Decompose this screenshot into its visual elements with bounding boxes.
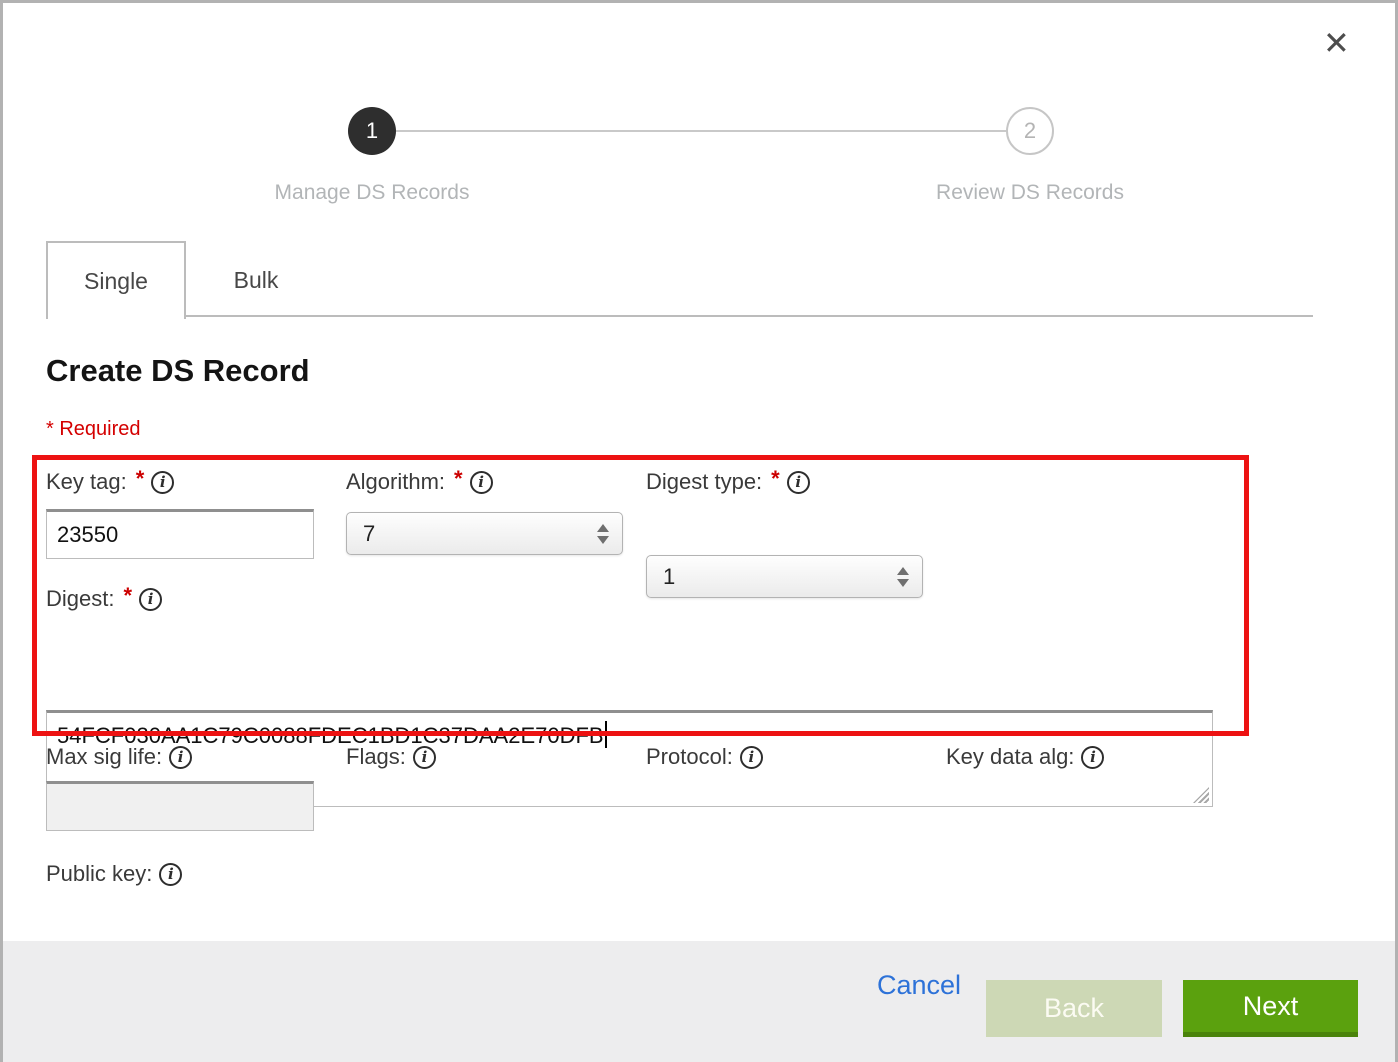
digest-type-info-icon[interactable]: i: [787, 471, 810, 494]
max-sig-life-label: Max sig life: i: [46, 744, 192, 770]
text-caret: [605, 721, 607, 748]
protocol-info-icon[interactable]: i: [740, 746, 763, 769]
select-spinner-icon: [897, 567, 909, 587]
step-2-label: Review DS Records: [870, 181, 1190, 205]
key-tag-label: Key tag: * i: [46, 469, 174, 495]
public-key-label: Public key: i: [46, 861, 182, 887]
digest-type-select-value: 1: [647, 564, 675, 590]
max-sig-life-input[interactable]: [46, 781, 314, 831]
public-key-label-text: Public key:: [46, 861, 152, 887]
algorithm-select-value: 7: [347, 521, 375, 547]
resize-handle-icon[interactable]: [1193, 787, 1209, 803]
key-data-alg-label: Key data alg: i: [946, 744, 1104, 770]
max-sig-life-label-text: Max sig life:: [46, 744, 162, 770]
tab-single[interactable]: Single: [46, 241, 186, 319]
digest-type-label-text: Digest type:: [646, 469, 762, 495]
page-title: Create DS Record: [46, 353, 310, 389]
key-tag-required-asterisk: *: [136, 466, 145, 492]
key-tag-label-text: Key tag:: [46, 469, 127, 495]
tab-single-label: Single: [84, 268, 148, 295]
back-button[interactable]: Back: [986, 980, 1162, 1037]
annotation-box: [32, 455, 1249, 736]
step-1-number: 1: [366, 118, 378, 144]
algorithm-required-asterisk: *: [454, 466, 463, 492]
required-note: * Required: [46, 418, 141, 441]
flags-label-text: Flags:: [346, 744, 406, 770]
flags-info-icon[interactable]: i: [413, 746, 436, 769]
tab-bulk-label: Bulk: [234, 267, 279, 294]
protocol-label: Protocol: i: [646, 744, 763, 770]
next-button[interactable]: Next: [1183, 980, 1358, 1037]
digest-type-select[interactable]: 1: [646, 555, 923, 598]
algorithm-label: Algorithm: * i: [346, 469, 493, 495]
flags-label: Flags: i: [346, 744, 436, 770]
tab-bulk[interactable]: Bulk: [186, 241, 326, 319]
select-spinner-icon: [597, 524, 609, 544]
digest-label-text: Digest:: [46, 586, 114, 612]
step-1-label: Manage DS Records: [212, 181, 532, 205]
algorithm-label-text: Algorithm:: [346, 469, 445, 495]
key-tag-input[interactable]: [46, 509, 314, 559]
key-data-alg-info-icon[interactable]: i: [1081, 746, 1104, 769]
create-ds-record-dialog: ✕ 1 2 Manage DS Records Review DS Record…: [0, 0, 1398, 1062]
digest-required-asterisk: *: [123, 583, 132, 609]
key-tag-info-icon[interactable]: i: [151, 471, 174, 494]
digest-label: Digest: * i: [46, 586, 162, 612]
step-1-circle: 1: [348, 107, 396, 155]
protocol-label-text: Protocol:: [646, 744, 733, 770]
algorithm-select[interactable]: 7: [346, 512, 623, 555]
dialog-footer: Cancel Back Next: [3, 941, 1395, 1062]
max-sig-life-info-icon[interactable]: i: [169, 746, 192, 769]
close-icon[interactable]: ✕: [1323, 27, 1350, 59]
digest-type-label: Digest type: * i: [646, 469, 810, 495]
public-key-info-icon[interactable]: i: [159, 863, 182, 886]
step-2-circle: 2: [1006, 107, 1054, 155]
digest-type-required-asterisk: *: [771, 466, 780, 492]
digest-info-icon[interactable]: i: [139, 588, 162, 611]
step-2-number: 2: [1024, 118, 1036, 144]
algorithm-info-icon[interactable]: i: [470, 471, 493, 494]
stepper-connector: [396, 130, 1006, 132]
cancel-link[interactable]: Cancel: [877, 957, 961, 1014]
key-data-alg-label-text: Key data alg:: [946, 744, 1074, 770]
